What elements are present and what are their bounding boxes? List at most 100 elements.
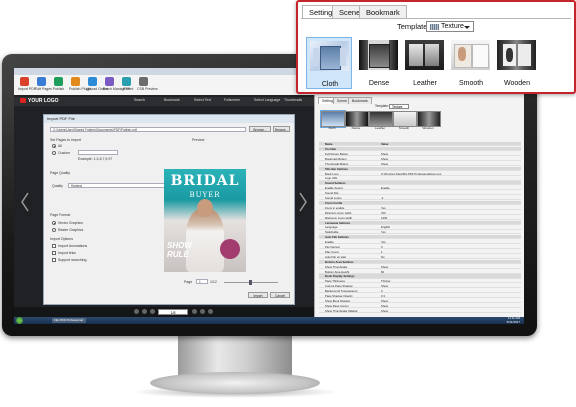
props-row[interactable]: Page Shadow Opacity 0.3 xyxy=(319,294,521,299)
tab-bookmark[interactable]: Bookmark xyxy=(359,5,407,18)
raster-graphics-radio[interactable] xyxy=(52,228,56,232)
browse-button[interactable]: Browse... xyxy=(249,126,271,132)
props-row[interactable]: Background Transparency 0 xyxy=(319,289,521,294)
props-row[interactable]: Sound File xyxy=(319,191,521,196)
pane-texture-thumb-dense[interactable] xyxy=(345,111,369,127)
prop-name: Logo URL xyxy=(325,176,338,181)
pane-texture-thumb-wooden[interactable] xyxy=(417,111,441,127)
first-page-icon[interactable] xyxy=(134,309,139,314)
props-row[interactable]: Zoom in enable Yes xyxy=(319,206,521,210)
props-row[interactable]: Full Screen Button Show xyxy=(319,152,521,157)
props-row[interactable]: Thumbnails Button Show xyxy=(319,162,521,166)
browse-folder-button[interactable]: Browse... xyxy=(273,126,290,132)
props-group-row[interactable]: Language Settings xyxy=(319,220,521,225)
pdf-path-input[interactable]: C:\Users\User\Shared Folders\Documents\P… xyxy=(50,127,246,132)
prop-name: Page Thickness xyxy=(325,279,345,284)
props-row[interactable]: Show Page Corner Show xyxy=(319,304,521,308)
pages-all-radio[interactable] xyxy=(52,144,56,148)
props-group-row[interactable]: Title Bar Settings xyxy=(319,166,521,171)
prop-value: 1 xyxy=(381,249,383,254)
toolbar-button-publish[interactable]: Publish xyxy=(52,77,65,93)
props-row[interactable]: Sound Loops -1 xyxy=(319,196,521,201)
page-pager-input[interactable]: 1/8 xyxy=(158,309,188,315)
texture-tile-wooden[interactable]: Wooden xyxy=(494,37,540,89)
pane-texture-thumb-smooth[interactable] xyxy=(393,111,417,127)
prop-value: Yes xyxy=(381,205,386,210)
toolbar-button-publish-plugin[interactable]: Publish Plugin xyxy=(69,77,91,93)
flipbook-nav-bookmark[interactable]: Bookmark xyxy=(164,98,180,102)
props-row[interactable]: Show Thumbnails Sidebar Show xyxy=(319,309,521,313)
toolbar-button-import-pdf[interactable]: Import PDF xyxy=(18,77,36,93)
dense-thumbnail xyxy=(359,40,398,70)
last-page-icon[interactable] xyxy=(200,309,205,314)
taskbar-app-item[interactable]: Flip PDF Professional xyxy=(52,318,86,323)
import-button[interactable]: Import xyxy=(248,292,268,298)
prop-name: Enable xyxy=(325,240,334,245)
props-row[interactable]: Flip Interval 3 xyxy=(319,245,521,250)
props-row[interactable]: Logo URL xyxy=(319,176,521,181)
next-page-arrow-icon[interactable] xyxy=(298,191,308,213)
page-number-input[interactable]: 1 xyxy=(196,279,208,284)
texture-tile-cloth[interactable]: Cloth xyxy=(306,37,352,89)
props-row[interactable]: Play Count 1 xyxy=(319,249,521,255)
pane-tab-bookmark[interactable]: Bookmark xyxy=(348,97,372,104)
toolbar-button-upload-online[interactable]: Upload Online xyxy=(86,77,108,93)
custom-pages-input[interactable] xyxy=(78,150,118,155)
zoom-icon[interactable] xyxy=(150,309,155,314)
props-group-row[interactable]: Bottom Area Settings xyxy=(319,259,521,264)
toolbar-button-edit-pages[interactable]: Edit Pages xyxy=(35,77,52,93)
props-row[interactable]: Show Book Shadow Show xyxy=(319,299,521,304)
props-group-row[interactable]: Book Display Settings xyxy=(319,274,521,279)
flipbook-nav-search[interactable]: Search xyxy=(134,98,145,102)
pane-template-select[interactable]: Texture xyxy=(389,104,409,109)
prev-page-arrow-icon[interactable] xyxy=(20,191,30,213)
texture-tile-dense[interactable]: Dense xyxy=(356,37,402,89)
pages-custom-radio[interactable] xyxy=(52,151,56,155)
support-searching-checkbox[interactable] xyxy=(52,258,56,262)
flipbook-nav-thumbnails[interactable]: Thumbnails xyxy=(284,98,302,102)
props-group-row[interactable]: Auto Flip Settings xyxy=(319,235,521,240)
props-row[interactable]: Bookmark Button Show xyxy=(319,157,521,161)
flipbook-nav-select-text[interactable]: Select Text xyxy=(194,98,211,102)
props-row[interactable]: Maximum zoom width 1400 xyxy=(319,216,521,220)
import-annotations-checkbox[interactable] xyxy=(52,244,56,248)
start-button-icon[interactable] xyxy=(16,317,23,324)
import-links-checkbox[interactable] xyxy=(52,251,56,255)
toolbar-button-ftp[interactable]: FTP xyxy=(120,77,133,93)
flipbook-nav-select-language[interactable]: Select Language xyxy=(254,98,280,102)
props-row[interactable]: Show Thumbnails Show xyxy=(319,265,521,269)
pane-texture-thumb-leather[interactable] xyxy=(369,111,393,127)
import-annotations-label: Import Annotations xyxy=(58,244,88,248)
props-row[interactable]: Enable Sound Enable xyxy=(319,186,521,191)
cancel-button[interactable]: Cancel xyxy=(270,292,290,298)
template-select[interactable]: Texture xyxy=(426,21,474,32)
props-row[interactable]: Book Logo C:\Program Files\Flip PDF Profe… xyxy=(319,172,521,176)
texture-tile-smooth[interactable]: Smooth xyxy=(448,37,494,89)
props-row[interactable]: Auto Flip on start No xyxy=(319,255,521,259)
texture-tile-leather[interactable]: Leather xyxy=(402,37,448,89)
props-row[interactable]: Bottom Area Height 60 xyxy=(319,270,521,274)
toolbar-button-csb-preview[interactable]: CSB Preview xyxy=(137,77,158,93)
props-row[interactable]: Switchable Yes xyxy=(319,230,521,235)
props-row[interactable]: Page Thickness Thinner xyxy=(319,279,521,284)
props-group-row[interactable]: Tool Bar xyxy=(319,147,521,152)
prop-value: English xyxy=(381,225,391,230)
preview-label: Preview xyxy=(192,138,205,142)
props-row[interactable]: Current Page Shadow Show xyxy=(319,284,521,289)
props-group-row[interactable]: Sound Settings xyxy=(319,181,521,186)
toolbar-button-batch-management[interactable]: Batch Management xyxy=(103,77,133,93)
prop-name: Play Count xyxy=(325,249,339,254)
share-icon[interactable] xyxy=(208,309,213,314)
props-row[interactable]: Minimum zoom width 700 xyxy=(319,211,521,215)
props-group-row[interactable]: Zoom Config xyxy=(319,200,521,206)
props-row[interactable]: Enable Yes xyxy=(319,240,521,245)
next-page-icon[interactable] xyxy=(192,309,197,314)
vector-graphics-radio[interactable] xyxy=(52,221,56,225)
pane-texture-thumb-cloth[interactable] xyxy=(320,110,346,128)
toolbar-icon xyxy=(139,77,148,86)
prop-name: Sound Loops xyxy=(325,196,342,200)
flipbook-nav-fullscreen[interactable]: Fullscreen xyxy=(224,98,240,102)
page-slider-thumb[interactable] xyxy=(249,280,252,285)
props-row[interactable]: Language English xyxy=(319,225,521,230)
prev-page-icon[interactable] xyxy=(142,309,147,314)
